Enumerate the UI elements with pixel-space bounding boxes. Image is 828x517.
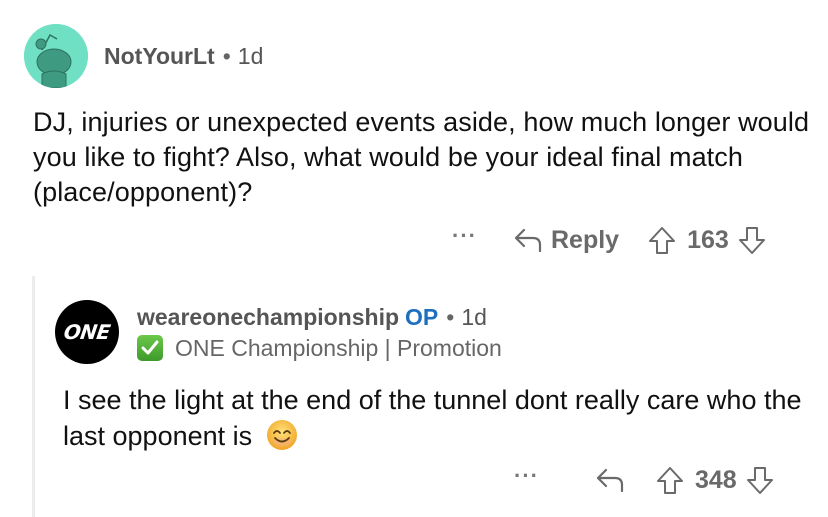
reply-arrow-icon	[596, 468, 624, 493]
thread-collapse-line[interactable]	[32, 276, 35, 517]
downvote-button[interactable]	[745, 465, 775, 495]
downvote-button[interactable]	[737, 225, 767, 255]
comment-body: I see the light at the end of the tunnel…	[63, 382, 823, 454]
avatar[interactable]	[24, 24, 88, 88]
downvote-arrow-icon	[746, 467, 773, 494]
separator-dot: •	[222, 43, 231, 69]
upvote-button[interactable]	[655, 465, 685, 495]
comment-body: DJ, injuries or unexpected events aside,…	[33, 107, 810, 207]
comment-age[interactable]: 1d	[238, 43, 264, 69]
vote-score: 163	[687, 225, 729, 254]
comment-header: NotYourLt • 1d	[104, 41, 263, 71]
username-link[interactable]: NotYourLt	[104, 43, 215, 69]
user-flair: ONE Championship | Promotion	[137, 333, 502, 363]
check-mark-icon	[137, 335, 163, 361]
op-badge: OP	[405, 304, 439, 330]
upvote-arrow-icon	[656, 467, 683, 494]
comment-text: I see the light at the end of the tunnel…	[63, 385, 802, 451]
more-options-button[interactable]: ···	[514, 465, 539, 487]
reply-button[interactable]	[595, 467, 625, 493]
upvote-arrow-icon	[649, 227, 676, 254]
one-logo-text: ONE	[62, 320, 112, 344]
downvote-arrow-icon	[738, 227, 765, 254]
upvote-button[interactable]	[647, 225, 677, 255]
reply-label: Reply	[550, 225, 620, 254]
separator-dot: •	[446, 304, 455, 330]
comment-header: weareonechampionship OP • 1d	[137, 302, 487, 332]
comment-age[interactable]: 1d	[461, 304, 487, 330]
avatar[interactable]: ONE	[55, 300, 119, 364]
comment-actions: ··· Reply 163	[452, 222, 767, 258]
flair-text: ONE Championship | Promotion	[175, 335, 502, 361]
reddit-snoo-avatar-icon	[24, 24, 88, 88]
vote-score: 348	[694, 465, 737, 494]
more-options-button[interactable]: ···	[452, 225, 477, 247]
reply-arrow-icon	[514, 228, 542, 253]
username-link[interactable]: weareonechampionship	[137, 304, 399, 330]
comment-actions: ··· 348	[514, 462, 775, 498]
reply-button[interactable]: Reply	[513, 226, 619, 255]
smiling-face-emoji-icon	[266, 420, 297, 450]
